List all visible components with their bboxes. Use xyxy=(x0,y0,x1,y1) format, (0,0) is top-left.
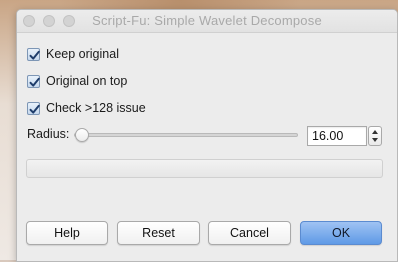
check-128-issue-label: Check >128 issue xyxy=(46,101,146,115)
script-fu-dialog: Script-Fu: Simple Wavelet Decompose Keep… xyxy=(16,9,398,262)
keep-original-checkbox[interactable] xyxy=(27,47,40,61)
original-on-top-checkbox[interactable] xyxy=(27,74,40,88)
spin-up-icon[interactable] xyxy=(372,130,378,134)
checkmark-icon xyxy=(29,104,40,114)
keep-original-label: Keep original xyxy=(46,47,119,61)
original-on-top-label: Original on top xyxy=(46,74,128,88)
radius-slider-track[interactable] xyxy=(74,133,298,137)
keep-original-option[interactable]: Keep original xyxy=(27,45,119,63)
spin-down-icon[interactable] xyxy=(372,138,378,142)
help-button[interactable]: Help xyxy=(26,221,108,245)
radius-spin-buttons[interactable] xyxy=(368,126,382,146)
check-128-issue-option[interactable]: Check >128 issue xyxy=(27,99,146,117)
window-title: Script-Fu: Simple Wavelet Decompose xyxy=(92,13,322,28)
reset-button[interactable]: Reset xyxy=(117,221,200,245)
cancel-button[interactable]: Cancel xyxy=(208,221,291,245)
title-bar[interactable]: Script-Fu: Simple Wavelet Decompose xyxy=(17,10,397,33)
radius-label: Radius: xyxy=(27,127,70,141)
radius-slider-handle[interactable] xyxy=(75,128,89,142)
radius-value-input[interactable]: 16.00 xyxy=(307,126,367,146)
checkmark-icon xyxy=(29,77,40,87)
progress-bar xyxy=(26,159,383,178)
original-on-top-option[interactable]: Original on top xyxy=(27,72,127,90)
check-128-issue-checkbox[interactable] xyxy=(27,101,40,115)
ok-button[interactable]: OK xyxy=(300,221,382,245)
checkmark-icon xyxy=(29,50,40,60)
